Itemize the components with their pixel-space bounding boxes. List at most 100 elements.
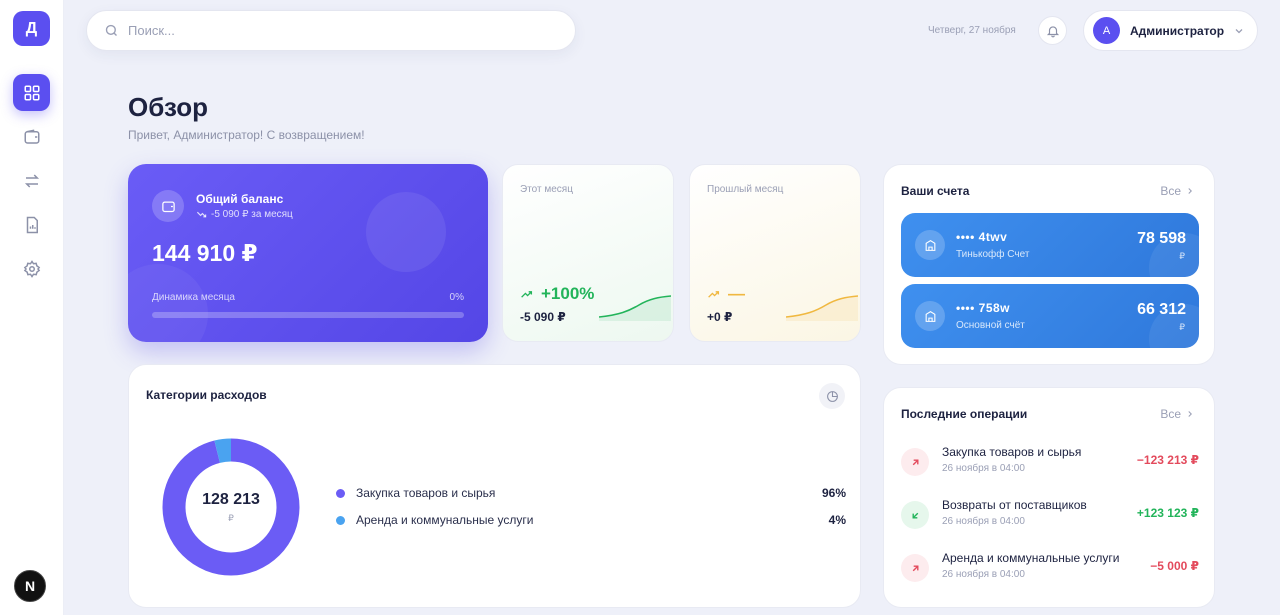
operation-row[interactable]: Возвраты от поставщиков 26 ноября в 04:0… xyxy=(901,498,1199,538)
account-number: •••• 758w xyxy=(956,301,1010,315)
bank-badge xyxy=(915,230,945,260)
operations-all-label: Все xyxy=(1160,407,1181,421)
current-date: Четверг, 27 ноября xyxy=(928,25,1016,36)
dynamics-progress-bar xyxy=(152,312,464,318)
recent-operations-card: Последние операции Все Закупка товаров и… xyxy=(883,387,1215,608)
categories-title: Категории расходов xyxy=(146,388,267,402)
last-month-trend: — xyxy=(707,284,745,304)
this-month-sparkline xyxy=(599,295,671,321)
sidebar-item-reports[interactable] xyxy=(13,206,50,243)
account-number: •••• 4twv xyxy=(956,230,1008,244)
operations-all-link[interactable]: Все xyxy=(1160,407,1195,421)
operation-name: Возвраты от поставщиков xyxy=(942,498,1087,512)
legend-dot xyxy=(336,515,345,525)
user-name: Администратор xyxy=(1130,23,1225,38)
account-name: Основной счёт xyxy=(956,320,1025,331)
chart-toggle-button[interactable] xyxy=(819,383,845,409)
user-menu[interactable]: А Администратор xyxy=(1083,10,1258,51)
sidebar-item-dashboard[interactable] xyxy=(13,74,50,111)
this-month-label: Этот месяц xyxy=(520,184,573,195)
outgoing-badge xyxy=(901,554,929,582)
chevron-right-icon xyxy=(1188,188,1192,194)
accounts-card: Ваши счета Все •••• 4twv Тинькофф Счет 7… xyxy=(883,164,1215,365)
trend-up-icon xyxy=(521,290,533,298)
search-icon xyxy=(105,24,117,36)
balance-change: -5 090 ₽ за месяц xyxy=(196,209,293,220)
decor-circle xyxy=(128,264,208,342)
legend-percent: 4% xyxy=(828,513,846,527)
arrow-up-right-icon xyxy=(912,459,918,465)
last-month-trend-value: — xyxy=(728,284,745,303)
account-currency: ₽ xyxy=(1179,251,1185,261)
account-amount: 78 598 xyxy=(1137,230,1186,247)
donut-total: 128 213 xyxy=(202,491,260,508)
sidebar-item-transfers[interactable] xyxy=(13,162,50,199)
arrow-up-right-icon xyxy=(912,565,918,571)
total-balance-card: Общий баланс -5 090 ₽ за месяц 144 910 ₽… xyxy=(128,164,488,342)
legend-percent: 96% xyxy=(821,486,846,500)
this-month-trend-value: +100% xyxy=(541,284,595,303)
accounts-all-link[interactable]: Все xyxy=(1160,184,1195,198)
dynamics-percent: 0% xyxy=(449,292,464,303)
account-item[interactable]: •••• 758w Основной счёт 66 312 ₽ xyxy=(901,284,1199,348)
account-currency: ₽ xyxy=(1179,322,1185,332)
operation-amount: −5 000 ₽ xyxy=(1150,559,1199,573)
framework-badge[interactable]: N xyxy=(14,570,46,602)
operation-date: 26 ноября в 04:00 xyxy=(942,569,1025,580)
bank-badge xyxy=(915,301,945,331)
bell-icon xyxy=(1046,25,1059,37)
expense-categories-card: Категории расходов 128 213 ₽ Закупка тов… xyxy=(128,364,861,608)
decor-circle xyxy=(366,192,446,272)
gear-icon xyxy=(23,259,40,278)
avatar: А xyxy=(1093,17,1120,44)
chevron-down-icon xyxy=(1235,29,1243,34)
accounts-all-label: Все xyxy=(1160,184,1181,198)
accounts-title: Ваши счета xyxy=(901,184,970,198)
sidebar-item-settings[interactable] xyxy=(13,250,50,287)
incoming-badge xyxy=(901,501,929,529)
last-month-label: Прошлый месяц xyxy=(707,184,784,195)
balance-change-text: -5 090 ₽ за месяц xyxy=(211,209,293,220)
operation-date: 26 ноября в 04:00 xyxy=(942,516,1025,527)
this-month-value: -5 090 ₽ xyxy=(520,310,566,324)
app-logo[interactable]: Д xyxy=(13,11,50,46)
wallet-icon xyxy=(24,129,39,144)
wallet-icon xyxy=(161,201,175,212)
operation-amount: −123 213 ₽ xyxy=(1136,453,1199,467)
trend-up-icon xyxy=(708,290,720,298)
legend-dot xyxy=(336,488,345,498)
wallet-badge xyxy=(152,190,184,222)
legend-item: Аренда и коммунальные услуги 4% xyxy=(336,513,846,527)
search-bar xyxy=(86,10,576,51)
balance-label: Общий баланс xyxy=(196,192,284,206)
sidebar-item-wallet[interactable] xyxy=(13,118,50,155)
pie-chart-icon xyxy=(826,390,838,402)
grid-icon xyxy=(24,85,39,100)
operation-name: Аренда и коммунальные услуги xyxy=(942,551,1120,565)
account-amount: 66 312 xyxy=(1137,301,1186,318)
donut-currency: ₽ xyxy=(228,513,234,523)
operation-row[interactable]: Закупка товаров и сырья 26 ноября в 04:0… xyxy=(901,445,1199,485)
bank-icon xyxy=(925,310,935,322)
this-month-trend: +100% xyxy=(520,284,594,304)
sidebar: Д N xyxy=(0,0,64,615)
legend-label: Закупка товаров и сырья xyxy=(356,486,496,500)
notifications-button[interactable] xyxy=(1038,16,1067,45)
page-title: Обзор xyxy=(128,92,208,122)
trend-down-icon xyxy=(196,211,207,218)
dynamics-label: Динамика месяца xyxy=(152,292,235,303)
account-name: Тинькофф Счет xyxy=(956,249,1030,260)
operation-row[interactable]: Аренда и коммунальные услуги 26 ноября в… xyxy=(901,551,1199,591)
balance-amount: 144 910 ₽ xyxy=(152,240,258,266)
account-item[interactable]: •••• 4twv Тинькофф Счет 78 598 ₽ xyxy=(901,213,1199,277)
operations-title: Последние операции xyxy=(901,407,1028,421)
operation-amount: +123 123 ₽ xyxy=(1136,506,1199,520)
search-input[interactable] xyxy=(128,23,548,38)
last-month-card: Прошлый месяц — +0 ₽ xyxy=(689,164,861,342)
operation-name: Закупка товаров и сырья xyxy=(942,445,1082,459)
page-subtitle: Привет, Администратор! С возвращением! xyxy=(128,128,365,142)
last-month-sparkline xyxy=(786,295,858,321)
bank-icon xyxy=(925,239,935,251)
operation-date: 26 ноября в 04:00 xyxy=(942,463,1025,474)
legend-item: Закупка товаров и сырья 96% xyxy=(336,486,846,500)
